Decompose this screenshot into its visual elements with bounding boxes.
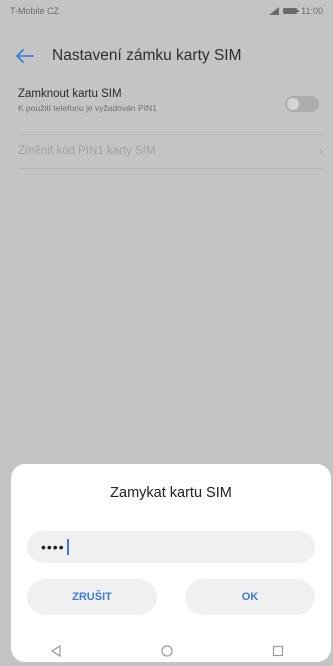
divider	[18, 134, 323, 135]
text-caret	[66, 539, 69, 555]
nav-recents-icon[interactable]	[272, 645, 284, 657]
divider	[18, 168, 323, 169]
lock-sim-subtitle: K použití telefonu je vyžadován PIN1	[18, 103, 157, 113]
dialog-title: Zamykat kartu SIM	[110, 485, 232, 501]
status-icons: 11:00	[269, 6, 323, 16]
clock: 11:00	[301, 6, 323, 16]
lock-sim-title: Zamknout kartu SIM	[18, 88, 122, 100]
navigation-bar	[0, 636, 333, 666]
cancel-button[interactable]: ZRUŠIT	[27, 579, 157, 615]
battery-icon	[283, 8, 300, 14]
page-title: Nastavení zámku karty SIM	[52, 47, 242, 64]
ok-button[interactable]: OK	[185, 579, 315, 615]
change-pin-setting[interactable]: Změnit kód PIN1 karty SIM ›	[18, 142, 323, 160]
pin-input[interactable]: ••••	[27, 531, 315, 563]
chevron-right-icon: ›	[319, 144, 323, 158]
nav-back-icon[interactable]	[50, 645, 62, 657]
change-pin-label: Změnit kód PIN1 karty SIM	[18, 145, 156, 157]
back-arrow-icon[interactable]	[14, 45, 36, 67]
pin-value: ••••	[41, 539, 65, 555]
nav-home-icon[interactable]	[160, 645, 173, 657]
signal-icon	[269, 7, 280, 15]
lock-sim-dialog: Zamykat kartu SIM •••• ZRUŠIT OK	[11, 464, 331, 662]
lock-sim-setting[interactable]: Zamknout kartu SIM K použití telefonu je…	[18, 88, 323, 128]
status-bar: T-Mobile CZ 11:00	[0, 0, 333, 22]
app-bar: Nastavení zámku karty SIM	[0, 36, 333, 76]
carrier-name: T-Mobile CZ	[10, 6, 60, 16]
lock-sim-toggle[interactable]	[285, 96, 319, 112]
